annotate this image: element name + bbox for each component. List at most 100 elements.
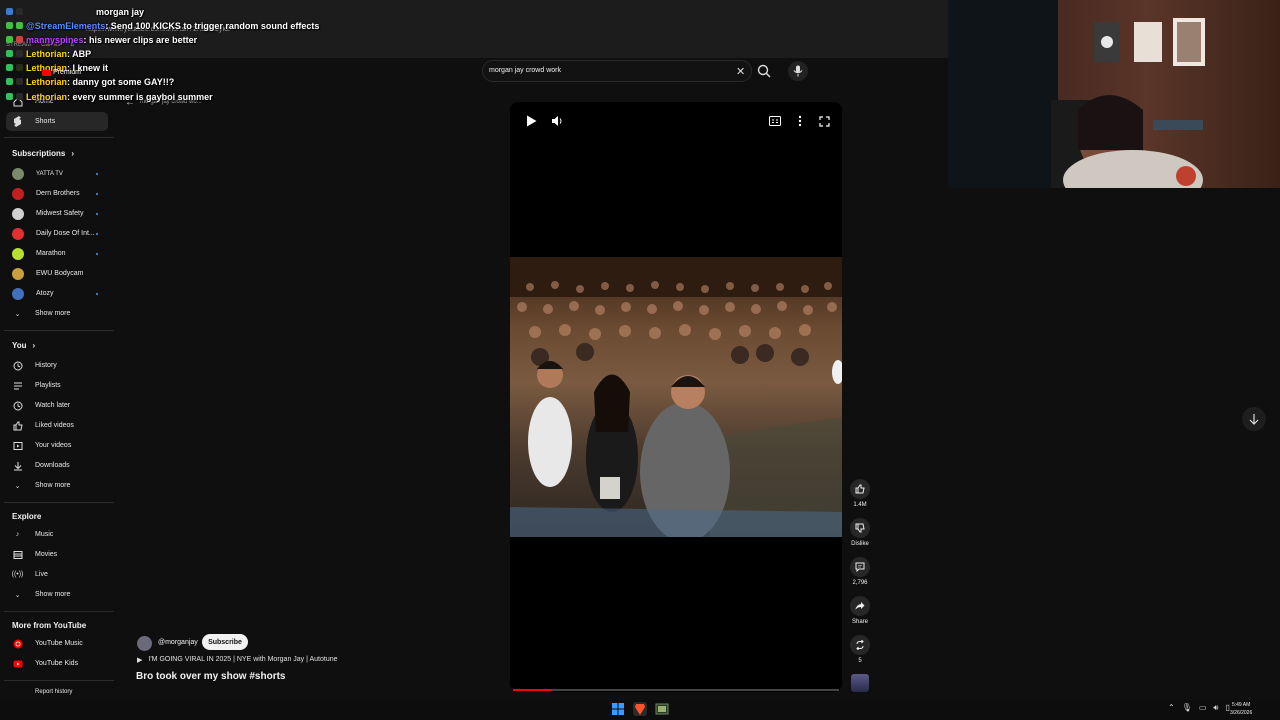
sidebar-item-subscription[interactable]: EWU Bodycam [6, 264, 108, 283]
channel-avatar-icon [12, 207, 24, 220]
microphone-icon[interactable]: 🎙︎ [1182, 703, 1192, 713]
comments-button[interactable]: 2,796 [849, 557, 871, 586]
volume-button[interactable] [550, 114, 564, 128]
volume-icon[interactable]: 🔊︎ [1213, 703, 1218, 713]
shorts-player[interactable] [510, 102, 842, 692]
subscriptions-heading[interactable]: Subscriptions › [12, 149, 74, 158]
channel-avatar-icon [12, 167, 24, 180]
chat-text: : every summer is gayboi summer [67, 91, 213, 102]
playlist-icon [12, 380, 23, 391]
sidebar-item-subscription[interactable]: Marathon [6, 244, 108, 263]
sidebar-item-music[interactable]: ♪ Music [6, 525, 108, 544]
chevron-right-icon: › [71, 149, 75, 158]
microphone-icon [793, 65, 803, 77]
play-icon [526, 115, 536, 127]
channel-avatar-icon [12, 227, 24, 240]
sidebar-divider [4, 680, 114, 681]
sidebar-item-subscription[interactable]: Midwest Safety [6, 204, 108, 223]
voice-search-button[interactable] [788, 61, 808, 81]
sidebar-item-live[interactable]: ((•)) Live [6, 565, 108, 584]
remix-button[interactable]: 5 [849, 635, 871, 664]
chevron-right-icon: › [32, 341, 36, 350]
search-button[interactable] [756, 63, 774, 79]
chevron-down-icon: ⌄ [14, 310, 21, 318]
play-button[interactable] [524, 114, 538, 128]
avatar[interactable] [137, 636, 152, 651]
sidebar-item-shorts[interactable]: Shorts [6, 112, 108, 131]
sidebar-item-subscription[interactable]: Atozy [6, 284, 108, 303]
show-more-subscriptions[interactable]: ⌄ Show more [6, 304, 108, 323]
you-heading[interactable]: You › [12, 341, 35, 350]
premium-logo[interactable]: Premium [42, 69, 81, 76]
sidebar-item-your-videos[interactable]: Your videos [6, 436, 108, 455]
sidebar-item-movies[interactable]: Movies [6, 545, 108, 564]
sidebar-item-label: Show more [35, 310, 71, 317]
clear-search-icon[interactable]: ✕ [736, 65, 745, 78]
youtube-logo-icon [42, 69, 51, 76]
sidebar-item-youtube-music[interactable]: YouTube Music [6, 634, 108, 653]
sidebar-item-label: Music [35, 531, 54, 538]
music-line[interactable]: ▶ I'M GOING VIRAL IN 2025 | NYE with Mor… [137, 656, 338, 664]
sidebar-item-label: Downloads [35, 462, 70, 469]
share-button[interactable]: Share [849, 596, 871, 625]
taskbar-app[interactable] [655, 702, 669, 716]
chat-text: : his newer clips are better [83, 34, 198, 45]
dislike-button[interactable]: Dislike [849, 518, 871, 547]
taskbar-clock[interactable]: 5:49 AM 3/26/2026 [1230, 701, 1252, 717]
show-more-explore[interactable]: ⌄ Show more [6, 585, 108, 604]
sidebar-divider [4, 611, 114, 612]
start-button[interactable] [611, 702, 625, 716]
fullscreen-button[interactable] [817, 114, 831, 128]
short-title: Bro took over my show #shorts [136, 671, 286, 682]
sidebar-item-subscription[interactable]: Dern Brothers [6, 184, 108, 203]
sidebar-item-label: Live [35, 571, 48, 578]
video-progress-fill [513, 689, 553, 691]
clock-time: 5:49 AM [1231, 702, 1251, 708]
sidebar-item-history[interactable]: History [6, 356, 108, 375]
sidebar-item-label: Shorts [35, 118, 56, 125]
channel-name[interactable]: @morganjay [158, 639, 198, 646]
premium-label: Premium [53, 69, 82, 76]
channel-avatar-icon [12, 287, 24, 300]
subscribe-button[interactable]: Subscribe [202, 634, 248, 650]
more-from-youtube-heading: More from YouTube [12, 621, 87, 630]
sidebar-item-report-history[interactable]: Report history [6, 686, 108, 698]
sidebar-item-label: YouTube Kids [35, 660, 79, 667]
flag-icon [12, 687, 23, 698]
channel-avatar-icon [12, 267, 24, 280]
new-content-dot [96, 252, 98, 255]
badge-icon [16, 22, 23, 29]
sidebar-item-label: Playlists [35, 382, 61, 389]
chat-message: mannyspines : his newer clips are better [6, 33, 197, 46]
new-content-dot [96, 192, 98, 195]
sidebar-item-subscription[interactable]: Daily Dose Of Int... [6, 224, 108, 243]
sidebar-item-downloads[interactable]: Downloads [6, 456, 108, 475]
new-content-dot [96, 172, 98, 175]
shorts-icon [12, 116, 23, 127]
sidebar-item-label: Show more [35, 591, 71, 598]
chevron-down-icon: ⌄ [14, 482, 21, 490]
thumbs-down-icon [855, 523, 865, 533]
chat-text: : Send 100 KICKS to trigger random sound… [105, 20, 320, 31]
video-progress-bar[interactable] [513, 689, 839, 691]
chat-username: mannyspines [26, 34, 84, 45]
network-icon[interactable]: ▭ [1199, 703, 1207, 713]
music-note-icon: ♪ [15, 531, 20, 538]
sidebar-item-liked-videos[interactable]: Liked videos [6, 416, 108, 435]
search-query[interactable]: morgan jay crowd work [489, 67, 561, 74]
sidebar-item-youtube-kids[interactable]: YouTube Kids [6, 654, 108, 673]
chevron-up-icon[interactable]: ⌃ [1168, 703, 1175, 713]
sidebar-item-subscription[interactable]: YATTA TV [6, 164, 108, 183]
sidebar-divider [4, 330, 114, 331]
like-button[interactable]: 1.4M [849, 479, 871, 508]
show-more-you[interactable]: ⌄ Show more [6, 476, 108, 495]
next-short-button[interactable] [1242, 407, 1266, 431]
app-icon [655, 703, 669, 715]
sidebar-item-playlists[interactable]: Playlists [6, 376, 108, 395]
chat-username: Lethorian [26, 48, 68, 59]
sound-avatar-button[interactable] [849, 674, 871, 692]
more-options-button[interactable] [793, 114, 807, 128]
captions-button[interactable] [768, 114, 782, 128]
sidebar-item-watch-later[interactable]: Watch later [6, 396, 108, 415]
taskbar-brave-browser[interactable] [633, 702, 647, 716]
